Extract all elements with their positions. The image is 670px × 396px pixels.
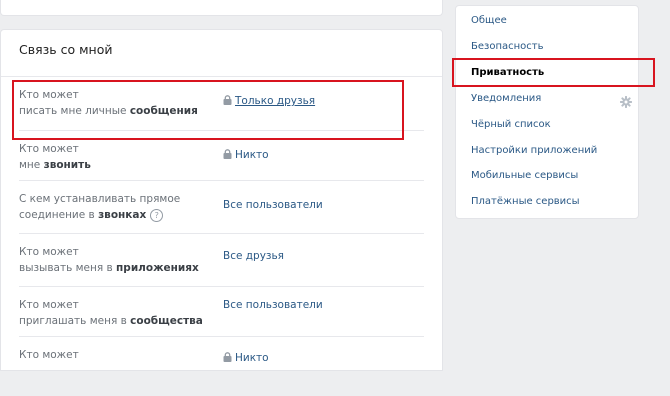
privacy-value-select[interactable]: Никто	[223, 352, 269, 365]
row-question: Кто может	[19, 347, 79, 363]
sidebar-item-payment-services[interactable]: Платёжные сервисы	[471, 194, 580, 210]
question-line-1: Кто может	[19, 246, 79, 258]
question-line-1: Кто может	[19, 349, 79, 361]
privacy-value-text: Все пользователи	[223, 299, 323, 311]
lock-icon	[223, 149, 232, 162]
settings-sidebar: Общее Безопасность Приватность Уведомлен…	[455, 5, 639, 219]
row-question: Кто может вызывать меня в приложениях	[19, 244, 199, 276]
sidebar-item-security[interactable]: Безопасность	[471, 39, 544, 55]
question-line-2: мне	[19, 159, 44, 171]
question-keyword: приложениях	[116, 262, 199, 274]
privacy-value-select[interactable]: Все пользователи	[223, 299, 323, 311]
sidebar-item-app-settings[interactable]: Настройки приложений	[471, 143, 597, 159]
previous-card	[0, 0, 443, 16]
question-keyword: звонить	[43, 159, 91, 171]
privacy-value-text: Все друзья	[223, 250, 285, 262]
question-line-1: Кто может	[19, 299, 79, 311]
question-line-2: соединение в	[19, 209, 99, 221]
highlight-box-privacy	[452, 58, 655, 87]
sidebar-item-notifications[interactable]: Уведомления	[471, 91, 541, 107]
lock-icon	[223, 352, 232, 365]
question-line-1: Кто может	[19, 143, 79, 155]
question-keyword: сообщества	[130, 315, 203, 327]
privacy-value-select[interactable]: Все друзья	[223, 250, 284, 262]
privacy-value-text: Никто	[235, 149, 269, 161]
question-line-2: вызывать меня в	[19, 262, 117, 274]
row-question: Кто может приглашать меня в сообщества	[19, 297, 203, 329]
sidebar-item-blacklist[interactable]: Чёрный список	[471, 117, 551, 133]
gear-icon[interactable]	[620, 93, 632, 112]
privacy-value-select[interactable]: Никто	[223, 149, 269, 162]
privacy-row-partial: Кто может Никто	[19, 336, 424, 396]
question-line-1: С кем устанавливать прямое	[19, 193, 181, 205]
help-icon[interactable]: ?	[150, 209, 164, 222]
question-line-2: приглашать меня в	[19, 315, 131, 327]
privacy-value-text: Никто	[235, 352, 269, 364]
privacy-row-direct-connection: С кем устанавливать прямое соединение в …	[19, 180, 424, 240]
sidebar-item-mobile-services[interactable]: Мобильные сервисы	[471, 168, 578, 184]
row-question: Кто может мне звонить	[19, 141, 91, 173]
question-keyword: звонках	[98, 209, 147, 221]
privacy-row-apps: Кто может вызывать меня в приложениях Вс…	[19, 233, 424, 293]
privacy-value-select[interactable]: Все пользователи	[223, 199, 323, 211]
highlight-box-messages	[12, 80, 404, 140]
row-question: С кем устанавливать прямое соединение в …	[19, 191, 180, 223]
privacy-value-text: Все пользователи	[223, 199, 323, 211]
sidebar-item-general[interactable]: Общее	[471, 13, 507, 29]
section-title: Связь со мной	[19, 42, 113, 57]
